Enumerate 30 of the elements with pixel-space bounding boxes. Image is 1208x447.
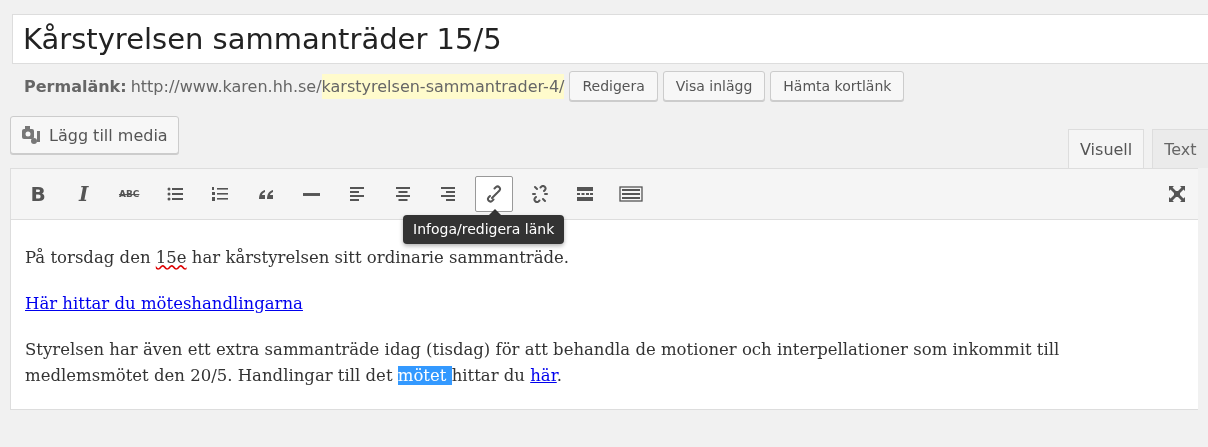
align-left-icon [348, 185, 367, 203]
edit-button[interactable]: Redigera [569, 71, 658, 101]
add-media-button[interactable]: Lägg till media [10, 116, 179, 154]
permalink-slug[interactable]: karstyrelsen-sammantrader-4/ [321, 73, 565, 99]
editor-tab[interactable]: Visuell [1068, 129, 1145, 168]
editor-tab[interactable]: Text [1152, 129, 1208, 168]
strikethrough-button[interactable]: ABC [110, 176, 149, 212]
align-right-icon [439, 185, 458, 203]
link-icon [484, 185, 503, 203]
permalink-label: Permalänk: [24, 76, 127, 96]
link[interactable]: Här hittar du möteshandlingarna [25, 294, 303, 313]
insert-link-button[interactable] [474, 176, 513, 212]
shortlink-button[interactable]: Hämta kortlänk [770, 71, 905, 101]
paragraph: På torsdag den 15e har kårstyrelsen sitt ordinarie sammanträde. [25, 247, 571, 269]
align-center-icon [393, 185, 412, 203]
link[interactable]: här [530, 366, 557, 385]
tooltip-arrow [489, 209, 501, 215]
keyboard-icon [618, 185, 643, 203]
unlink-icon [530, 185, 549, 203]
camera-music-icon [21, 125, 43, 145]
numbered-list-icon [211, 185, 230, 203]
permalink-url: http://www.karen.hh.se/ [130, 76, 322, 96]
view-post-button[interactable]: Visa inlägg [662, 71, 766, 101]
bulleted-list-icon [165, 185, 184, 203]
title-field[interactable]: Kårstyrelsen sammanträder 15/5 [12, 14, 1208, 64]
fullscreen-icon [1168, 185, 1186, 203]
paragraph: Styrelsen har även ett extra sammanträde idag (tisdag) för att behandla de motioner och interpellationer som inkommit till medlemsmötet den 20/5. Handlingar till det mötet hittar du här. [25, 339, 1061, 387]
bold-button[interactable]: B [19, 176, 57, 212]
read-more-icon [576, 185, 595, 203]
italic-button[interactable]: I [64, 176, 103, 212]
